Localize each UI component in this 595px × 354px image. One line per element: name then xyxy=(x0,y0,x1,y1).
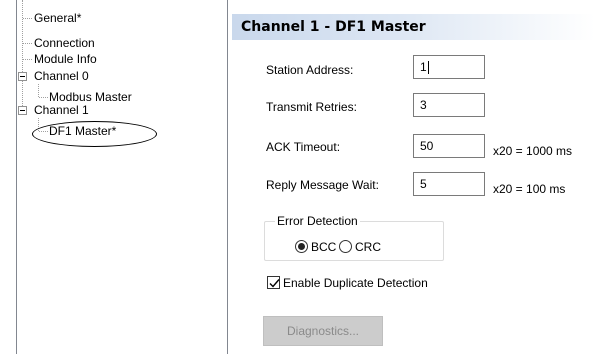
transmit-retries-value: 3 xyxy=(420,98,427,112)
ack-timeout-value: 50 xyxy=(420,139,434,153)
tree-connector xyxy=(23,18,32,19)
reply-wait-label: Reply Message Wait: xyxy=(266,178,379,192)
tree-item-general[interactable]: General* xyxy=(33,10,81,26)
ack-timeout-input[interactable]: 50 xyxy=(413,134,485,158)
collapse-icon[interactable] xyxy=(18,106,27,115)
bcc-radio[interactable] xyxy=(295,240,308,253)
tree-guide-line xyxy=(38,84,39,97)
tree-item-label: General* xyxy=(34,11,82,25)
panel-title: Channel 1 - DF1 Master xyxy=(232,14,595,40)
reply-wait-value: 5 xyxy=(420,177,427,191)
tree-connector xyxy=(23,43,32,44)
tree-item-label: Channel 1 xyxy=(34,103,89,117)
tree-connector xyxy=(39,131,48,132)
reply-wait-input[interactable]: 5 xyxy=(413,172,485,196)
reply-wait-suffix: x20 = 100 ms xyxy=(493,182,566,196)
crc-radio[interactable] xyxy=(339,240,352,253)
station-address-value: 1 xyxy=(420,60,427,74)
tree-item-label: Connection xyxy=(34,36,95,50)
text-caret xyxy=(427,61,429,75)
tree-item-module-info[interactable]: Module Info xyxy=(33,51,97,67)
tree-guide-line xyxy=(22,0,23,112)
station-address-label: Station Address: xyxy=(266,63,354,77)
error-detection-title: Error Detection xyxy=(275,214,360,228)
checkmark-icon xyxy=(269,279,280,288)
module-tree: General* Connection Module Info Channel … xyxy=(16,0,228,354)
tree-item-label: Module Info xyxy=(34,52,97,66)
transmit-retries-input[interactable]: 3 xyxy=(413,93,485,117)
bcc-radio-label: BCC xyxy=(311,240,337,254)
tree-item-channel-0[interactable]: Channel 0 xyxy=(33,68,89,84)
station-address-input[interactable]: 1 xyxy=(413,55,485,79)
crc-radio-label: CRC xyxy=(355,240,381,254)
duplicate-detection-label: Enable Duplicate Detection xyxy=(283,276,428,290)
collapse-icon[interactable] xyxy=(18,72,27,81)
tree-item-connection[interactable]: Connection xyxy=(33,35,95,51)
tree-guide-line xyxy=(38,118,39,131)
transmit-retries-label: Transmit Retries: xyxy=(266,100,357,114)
diagnostics-button[interactable]: Diagnostics... xyxy=(263,316,383,346)
tree-item-label: Channel 0 xyxy=(34,69,89,83)
ack-timeout-label: ACK Timeout: xyxy=(266,140,341,154)
tree-connector xyxy=(23,59,32,60)
tree-item-label: DF1 Master* xyxy=(49,124,117,138)
duplicate-detection-checkbox[interactable] xyxy=(267,276,280,289)
tree-item-df1-master[interactable]: DF1 Master* xyxy=(48,123,116,139)
tree-item-channel-1[interactable]: Channel 1 xyxy=(33,102,89,118)
tree-connector xyxy=(39,97,48,98)
ack-timeout-suffix: x20 = 1000 ms xyxy=(493,144,573,158)
